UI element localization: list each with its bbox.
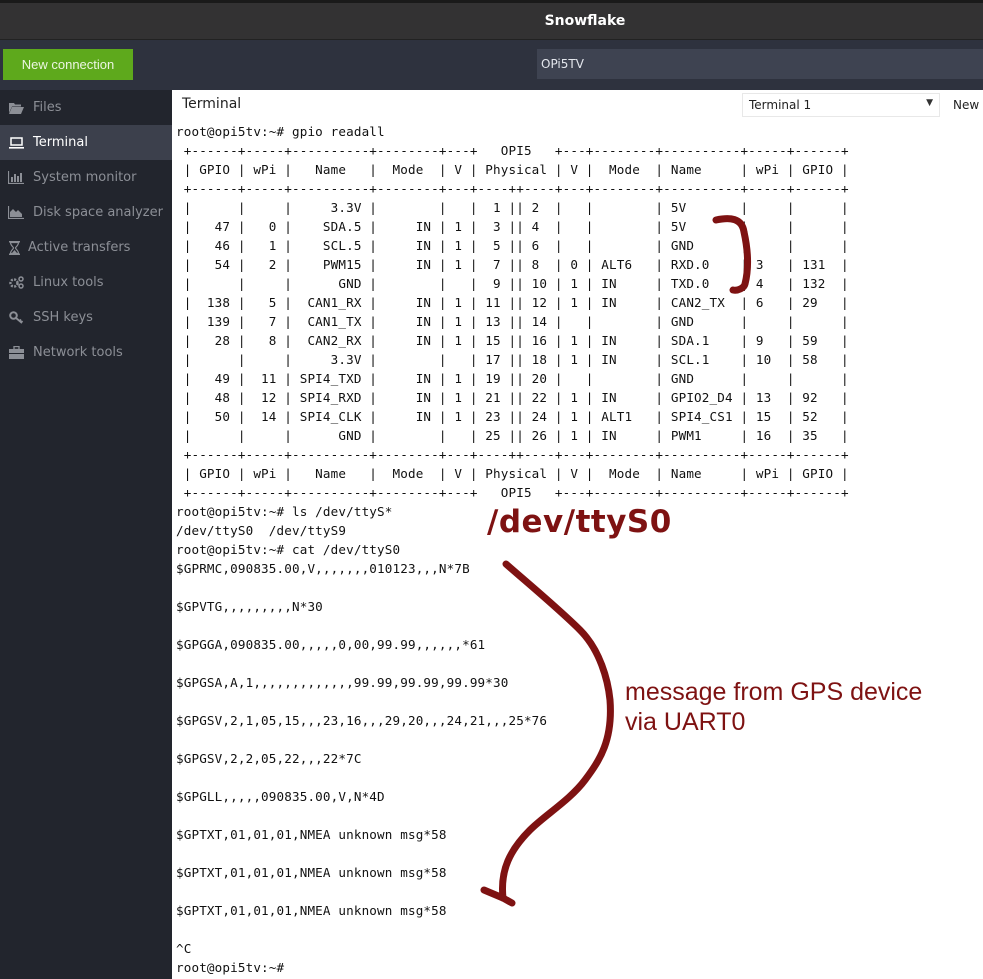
terminal-line: ^C bbox=[176, 941, 192, 956]
new-terminal-button[interactable]: New bbox=[953, 98, 979, 112]
terminal-line: | | | 3.3V | | | 1 || 2 | | | 5V | | | bbox=[176, 200, 849, 215]
bar-chart-icon bbox=[8, 171, 24, 185]
briefcase-icon bbox=[8, 346, 24, 360]
toolbar: New connection OPi5TV bbox=[0, 40, 983, 90]
terminal-line: | GPIO | wPi | Name | Mode | V | Physica… bbox=[176, 162, 849, 177]
new-connection-button[interactable]: New connection bbox=[3, 49, 133, 80]
session-name-field[interactable]: OPi5TV bbox=[537, 49, 983, 79]
terminal-line: root@opi5tv:~# bbox=[176, 960, 285, 975]
sidebar-item-label: Files bbox=[33, 100, 62, 115]
sidebar-item-files[interactable]: Files bbox=[0, 90, 172, 125]
sidebar-item-terminal[interactable]: Terminal bbox=[0, 125, 172, 160]
message-annotation-line2: via UART0 bbox=[625, 708, 746, 736]
hourglass-icon bbox=[8, 240, 20, 255]
terminal-line: | 54 | 2 | PWM15 | IN | 1 | 7 || 8 | 0 |… bbox=[176, 257, 849, 272]
area-chart-icon bbox=[8, 206, 24, 220]
sidebar-item-label: SSH keys bbox=[33, 310, 93, 325]
sidebar-item-label: System monitor bbox=[33, 170, 137, 185]
terminal-line: $GPGGA,090835.00,,,,,0,00,99.99,,,,,,*61 bbox=[176, 637, 486, 652]
terminal-line: | | | GND | | | 9 || 10 | 1 | IN | TXD.0… bbox=[176, 276, 849, 291]
terminal-line: +------+-----+----------+--------+---+--… bbox=[176, 181, 849, 196]
terminal-line: $GPGSV,2,2,05,22,,,22*7C bbox=[176, 751, 362, 766]
terminal-line: | 46 | 1 | SCL.5 | IN | 1 | 5 || 6 | | |… bbox=[176, 238, 849, 253]
device-annotation: /dev/ttyS0 bbox=[487, 504, 672, 540]
terminal-line: | GPIO | wPi | Name | Mode | V | Physica… bbox=[176, 466, 849, 481]
sidebar-item-label: Active transfers bbox=[28, 240, 131, 255]
terminal-line: +------+-----+----------+--------+---+ O… bbox=[176, 143, 849, 158]
terminal-line: $GPVTG,,,,,,,,,N*30 bbox=[176, 599, 323, 614]
terminal-line: | 28 | 8 | CAN2_RX | IN | 1 | 15 || 16 |… bbox=[176, 333, 849, 348]
message-annotation-line1: message from GPS device bbox=[625, 678, 923, 706]
terminal-line: | 48 | 12 | SPI4_RXD | IN | 1 | 21 || 22… bbox=[176, 390, 849, 405]
sidebar-item-ssh-keys[interactable]: SSH keys bbox=[0, 300, 172, 335]
folder-open-icon bbox=[8, 101, 24, 115]
sidebar-item-linux-tools[interactable]: Linux tools bbox=[0, 265, 172, 300]
terminal-line: $GPRMC,090835.00,V,,,,,,,010123,,,N*7B bbox=[176, 561, 470, 576]
terminal-line: $GPGLL,,,,,090835.00,V,N*4D bbox=[176, 789, 385, 804]
sidebar-item-active-transfers[interactable]: Active transfers bbox=[0, 230, 172, 265]
terminal-line: root@opi5tv:~# cat /dev/ttyS0 bbox=[176, 542, 401, 557]
sidebar-item-disk-space-analyzer[interactable]: Disk space analyzer bbox=[0, 195, 172, 230]
terminal-line: | 47 | 0 | SDA.5 | IN | 1 | 3 || 4 | | |… bbox=[176, 219, 849, 234]
gears-icon bbox=[8, 276, 24, 290]
terminal-line: | 49 | 11 | SPI4_TXD | IN | 1 | 19 || 20… bbox=[176, 371, 849, 386]
terminal-line: | | | GND | | | 25 || 26 | 1 | IN | PWM1… bbox=[176, 428, 849, 443]
terminal-select[interactable]: Terminal 1 ▼ bbox=[742, 93, 940, 117]
terminal-line: $GPTXT,01,01,01,NMEA unknown msg*58 bbox=[176, 827, 447, 842]
laptop-icon bbox=[8, 136, 24, 150]
message-annotation: message from GPS device via UART0 bbox=[625, 677, 922, 737]
sidebar-item-system-monitor[interactable]: System monitor bbox=[0, 160, 172, 195]
terminal-line: | 138 | 5 | CAN1_RX | IN | 1 | 11 || 12 … bbox=[176, 295, 849, 310]
terminal-select-value: Terminal 1 bbox=[749, 98, 812, 112]
sidebar-item-label: Network tools bbox=[33, 345, 123, 360]
chevron-down-icon: ▼ bbox=[926, 98, 933, 108]
sidebar-item-label: Terminal bbox=[33, 135, 88, 150]
key-icon bbox=[8, 311, 24, 325]
terminal-line: | 139 | 7 | CAN1_TX | IN | 1 | 13 || 14 … bbox=[176, 314, 849, 329]
terminal-line: $GPTXT,01,01,01,NMEA unknown msg*58 bbox=[176, 865, 447, 880]
sidebar-item-label: Linux tools bbox=[33, 275, 104, 290]
terminal-line: +------+-----+----------+--------+---+--… bbox=[176, 447, 849, 462]
terminal-output[interactable]: root@opi5tv:~# gpio readall +------+----… bbox=[176, 122, 982, 977]
sidebar: Files Terminal System monitor Disk space… bbox=[0, 90, 172, 979]
terminal-line: $GPTXT,01,01,01,NMEA unknown msg*58 bbox=[176, 903, 447, 918]
panel-title: Terminal bbox=[182, 96, 242, 112]
title-bar: Snowflake bbox=[0, 0, 983, 40]
terminal-line: +------+-----+----------+--------+---+ O… bbox=[176, 485, 849, 500]
terminal-line: | | | 3.3V | | | 17 || 18 | 1 | IN | SCL… bbox=[176, 352, 849, 367]
terminal-header: Terminal Terminal 1 ▼ New bbox=[172, 90, 983, 120]
terminal-line: | 50 | 14 | SPI4_CLK | IN | 1 | 23 || 24… bbox=[176, 409, 849, 424]
sidebar-item-label: Disk space analyzer bbox=[33, 205, 163, 220]
sidebar-item-network-tools[interactable]: Network tools bbox=[0, 335, 172, 370]
terminal-line: root@opi5tv:~# gpio readall bbox=[176, 124, 385, 139]
window-title: Snowflake bbox=[544, 13, 626, 29]
